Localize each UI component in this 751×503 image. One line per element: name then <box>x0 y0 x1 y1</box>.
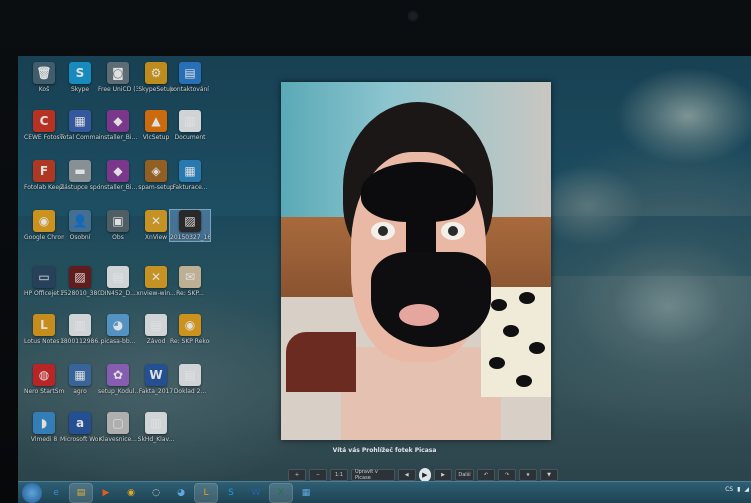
photo-display[interactable] <box>281 82 551 440</box>
share-menu-button[interactable]: ▼ <box>540 469 558 481</box>
network-icon[interactable]: ▮ <box>737 486 740 493</box>
zoom-out-button[interactable]: − <box>309 469 327 481</box>
star-button[interactable]: ★ <box>519 469 537 481</box>
system-tray: CS ▮ ◢ <box>725 486 749 493</box>
taskbar-item[interactable]: ▤ <box>69 483 93 503</box>
photo-eye-right <box>441 222 465 240</box>
edit-in-picasa-button[interactable]: Upravit v Picase <box>351 469 395 481</box>
taskbar-item[interactable]: W <box>245 484 267 502</box>
screen: 🗑KošSSkype◙Free UniCD (3) - zástupce⚙Sky… <box>18 56 751 503</box>
taskbar: e ▤ ▶ ◉ ◌ ◕ L S W X ▦ CS ▮ ◢ <box>18 481 751 503</box>
rotate-left-button[interactable]: ↶ <box>477 469 495 481</box>
taskbar-item[interactable]: ◌ <box>145 484 167 502</box>
photo-eye-left <box>371 222 395 240</box>
slideshow-play-button[interactable]: ▶ <box>418 468 432 482</box>
taskbar-items: e ▤ ▶ ◉ ◌ ◕ L S W X ▦ <box>45 483 317 503</box>
taskbar-item[interactable]: ▶ <box>95 484 117 502</box>
taskbar-item[interactable]: L <box>194 483 218 503</box>
taskbar-item[interactable]: S <box>220 484 242 502</box>
viewer-caption: Vítá vás Prohlížeč fotek Picasa <box>332 447 437 454</box>
language-indicator[interactable]: CS <box>725 486 733 493</box>
taskbar-item[interactable]: e <box>45 484 67 502</box>
taskbar-item[interactable]: ◕ <box>170 484 192 502</box>
taskbar-item[interactable]: ▦ <box>295 484 317 502</box>
viewer-controls: + − 1:1 Upravit v Picase ◀ ▶ ▶ Další ↶ ↷… <box>288 468 558 482</box>
actual-size-button[interactable]: 1:1 <box>330 469 348 481</box>
photo-lips <box>399 304 439 326</box>
photo-pillow-right <box>481 287 551 397</box>
previous-button[interactable]: ◀ <box>397 469 416 481</box>
volume-icon[interactable]: ◢ <box>744 486 749 493</box>
next-photo-button[interactable]: Další <box>455 469 474 481</box>
rotate-right-button[interactable]: ↷ <box>498 469 516 481</box>
start-button[interactable] <box>22 483 42 503</box>
taskbar-item[interactable]: ◉ <box>120 484 142 502</box>
next-button[interactable]: ▶ <box>434 469 453 481</box>
fit-button[interactable]: + <box>288 469 306 481</box>
webcam <box>407 10 419 22</box>
taskbar-item[interactable]: X <box>269 483 293 503</box>
photo-pillow-left <box>286 332 356 392</box>
photo-mask-chin <box>371 252 491 347</box>
